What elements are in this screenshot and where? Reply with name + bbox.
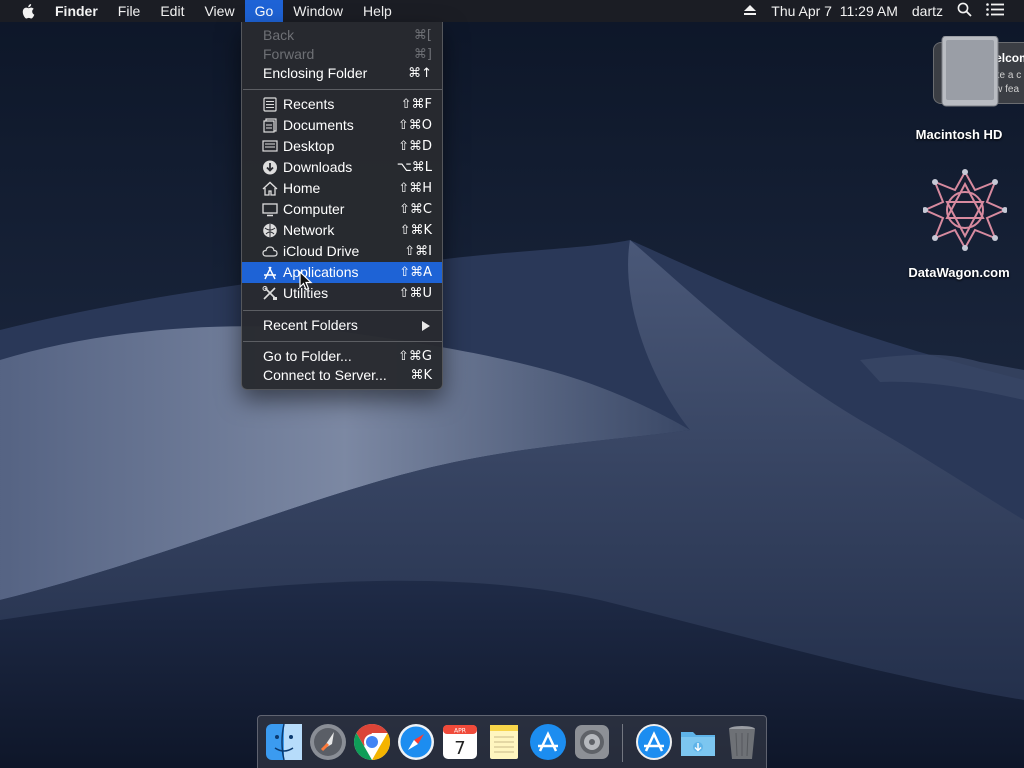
menu-help[interactable]: Help xyxy=(353,0,402,22)
menu-separator xyxy=(243,89,442,90)
menu-item-applications[interactable]: Applications ⇧⌘A xyxy=(242,262,442,283)
utilities-icon xyxy=(262,286,277,300)
svg-text:APR: APR xyxy=(454,728,466,735)
menu-bar: Finder File Edit View Go Window Help Thu… xyxy=(0,0,1024,22)
mojave-wallpaper xyxy=(0,0,1024,768)
desktop-icon-macintosh-hd[interactable]: Macintosh HD xyxy=(905,35,1013,142)
applications-folder-icon[interactable] xyxy=(634,722,674,762)
datawagon-icon xyxy=(922,169,1008,251)
menu-window[interactable]: Window xyxy=(283,0,353,22)
desktop-icon-datawagon[interactable]: DataWagon.com xyxy=(905,168,1013,280)
notes-icon[interactable] xyxy=(484,722,524,762)
computer-icon xyxy=(262,203,278,217)
user-name[interactable]: dartz xyxy=(912,3,943,19)
hard-drive-icon xyxy=(941,35,999,107)
documents-icon xyxy=(263,118,277,133)
menu-app-name[interactable]: Finder xyxy=(45,0,108,22)
icloud-icon xyxy=(262,246,278,257)
menu-item-forward: Forward ⌘] xyxy=(263,46,432,62)
desktop-icon xyxy=(262,140,278,152)
menu-item-recent-folders[interactable]: Recent Folders xyxy=(242,315,442,336)
menu-item-enclosing-folder[interactable]: Enclosing Folder ⌘↑ xyxy=(242,63,442,84)
menu-view[interactable]: View xyxy=(194,0,244,22)
trash-icon[interactable] xyxy=(722,722,762,762)
menu-item-back: Back ⌘[ xyxy=(263,27,432,43)
menu-item-connect-to-server[interactable]: Connect to Server... ⌘K xyxy=(242,365,442,386)
menu-item-home[interactable]: Home ⇧⌘H xyxy=(242,178,442,199)
svg-text:7: 7 xyxy=(454,738,465,759)
menu-separator xyxy=(243,341,442,342)
menu-item-documents[interactable]: Documents ⇧⌘O xyxy=(242,115,442,136)
chrome-icon[interactable] xyxy=(352,722,392,762)
safari-icon[interactable] xyxy=(396,722,436,762)
finder-icon[interactable] xyxy=(264,722,304,762)
mouse-cursor-icon xyxy=(299,271,313,291)
menu-file[interactable]: File xyxy=(108,0,151,22)
network-icon xyxy=(263,223,277,238)
app-store-icon[interactable] xyxy=(528,722,568,762)
menu-item-computer[interactable]: Computer ⇧⌘C xyxy=(242,199,442,220)
menu-item-downloads[interactable]: Downloads ⌥⌘L xyxy=(242,157,442,178)
menu-separator xyxy=(243,310,442,311)
calendar-icon[interactable]: APR 7 xyxy=(440,722,480,762)
submenu-arrow-icon xyxy=(422,321,430,331)
apple-icon[interactable] xyxy=(17,0,39,22)
menu-item-utilities[interactable]: Utilities ⇧⌘U xyxy=(242,283,442,304)
downloads-folder-icon[interactable] xyxy=(678,722,718,762)
spotlight-search-icon[interactable] xyxy=(957,2,972,20)
downloads-icon xyxy=(263,160,277,175)
menu-go[interactable]: Go xyxy=(244,0,284,22)
menu-item-go-to-folder[interactable]: Go to Folder... ⇧⌘G xyxy=(242,346,442,367)
menu-item-network[interactable]: Network ⇧⌘K xyxy=(242,220,442,241)
recents-icon xyxy=(263,97,277,112)
menu-edit[interactable]: Edit xyxy=(150,0,194,22)
system-preferences-icon[interactable] xyxy=(572,722,612,762)
eject-icon[interactable] xyxy=(743,3,757,19)
dock-divider xyxy=(622,724,623,762)
go-menu-dropdown: Back ⌘[ Forward ⌘] Enclosing Folder ⌘↑ R… xyxy=(241,22,443,390)
home-icon xyxy=(262,181,278,196)
dock: APR 7 xyxy=(257,715,767,768)
notification-center-icon[interactable] xyxy=(986,3,1004,19)
menu-item-icloud-drive[interactable]: iCloud Drive ⇧⌘I xyxy=(242,241,442,262)
launchpad-icon[interactable] xyxy=(308,722,348,762)
clock[interactable]: Thu Apr 7 11:29 AM xyxy=(771,3,898,19)
applications-icon xyxy=(264,266,276,280)
menu-item-recents[interactable]: Recents ⇧⌘F xyxy=(242,94,442,115)
menu-item-desktop[interactable]: Desktop ⇧⌘D xyxy=(242,136,442,157)
